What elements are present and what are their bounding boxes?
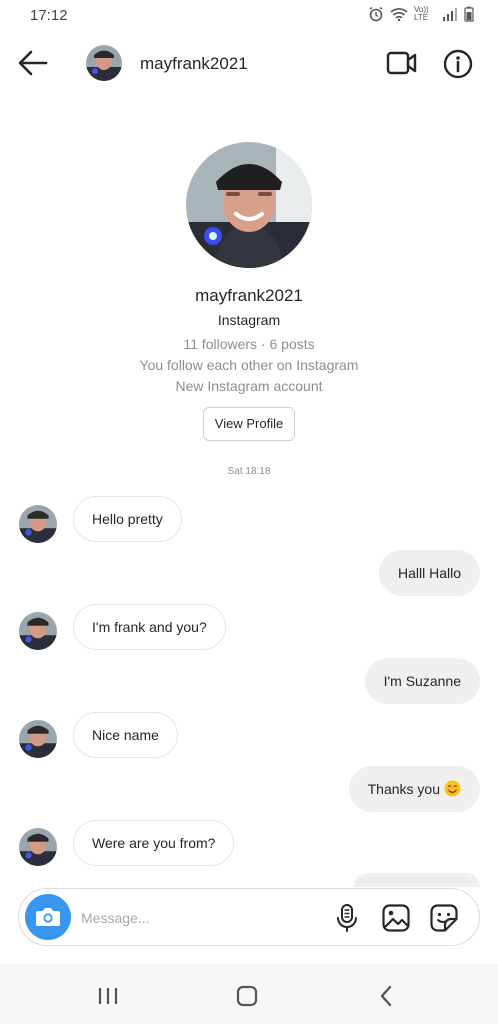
battery-icon [464,6,474,22]
sticker-icon [430,904,458,932]
system-nav-bar [0,964,498,1024]
message-outgoing-partial [354,873,480,887]
profile-username: mayfrank2021 [195,286,303,305]
header-avatar[interactable] [86,45,122,81]
gallery-button[interactable] [381,903,411,933]
profile-card: mayfrank2021 Instagram 11 followers · 6 … [0,142,498,441]
avatar-photo [19,505,57,543]
follow-status: You follow each other on Instagram [139,357,359,373]
avatar-photo [86,45,122,81]
avatar-photo [19,828,57,866]
message-text: Thanks you [367,781,440,797]
message-incoming[interactable]: Nice name [73,712,178,758]
home-button[interactable] [236,985,258,1007]
conversation-timestamp: Sat 18:18 [227,466,271,477]
chat-header: mayfrank2021 [0,34,498,92]
info-button[interactable] [442,48,474,80]
gallery-icon [382,904,410,932]
chevron-left-icon [380,985,392,1007]
signal-icon [443,8,457,21]
header-username[interactable]: mayfrank2021 [140,54,248,74]
avatar-photo [19,720,57,758]
wifi-icon [390,8,408,21]
avatar-photo [19,612,57,650]
microphone-button[interactable] [335,903,359,933]
message-incoming[interactable]: Were are you from? [73,820,235,866]
back-button[interactable] [16,48,50,78]
sender-avatar[interactable] [19,828,57,866]
sticker-button[interactable] [429,903,459,933]
home-icon [236,985,258,1007]
recent-apps-button[interactable] [97,986,119,1006]
account-note: New Instagram account [175,378,323,394]
info-icon [443,49,473,79]
status-icons: Vo)) LTE [368,6,474,22]
message-incoming[interactable]: I'm frank and you? [73,604,226,650]
message-input[interactable] [81,907,301,929]
message-outgoing[interactable]: Thanks you [348,766,480,812]
video-call-button[interactable] [386,48,418,78]
microphone-icon [337,904,357,932]
message-outgoing[interactable]: I'm Suzanne [364,658,480,704]
view-profile-button[interactable]: View Profile [203,407,295,441]
profile-subtitle: Instagram [217,312,281,328]
profile-avatar[interactable] [186,142,312,268]
profile-photo [186,142,312,268]
sender-avatar[interactable] [19,505,57,543]
camera-button[interactable] [25,894,71,940]
system-back-button[interactable] [377,984,395,1008]
sender-avatar[interactable] [19,612,57,650]
status-time: 17:12 [30,7,68,24]
message-incoming[interactable]: Hello pretty [73,496,182,542]
arrow-left-icon [18,50,48,76]
profile-stats: 11 followers · 6 posts [183,336,315,352]
camera-icon [36,908,60,926]
message-composer [18,888,480,946]
smiling-face-emoji [444,780,461,797]
network-label: Vo)) LTE [414,5,429,22]
sender-avatar[interactable] [19,720,57,758]
alarm-icon [369,6,383,22]
recent-apps-icon [98,988,118,1004]
message-outgoing[interactable]: Halll Hallo [378,550,480,596]
video-camera-icon [386,51,417,75]
status-bar: 17:12 Vo)) LTE [0,0,498,34]
